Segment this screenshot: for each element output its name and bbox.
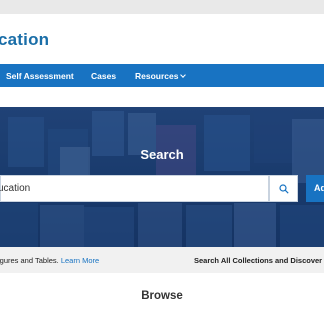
- info-text-left: igures and Tables. Learn More: [0, 256, 99, 265]
- nav-item-self-assessment[interactable]: Self Assessment: [6, 71, 74, 81]
- info-bar: igures and Tables. Learn More Search All…: [0, 247, 324, 273]
- learn-more-link[interactable]: Learn More: [61, 256, 99, 265]
- browse-heading: Browse: [141, 290, 183, 302]
- search-input[interactable]: ucation: [0, 183, 30, 194]
- search-input-wrapper[interactable]: ucation: [0, 175, 269, 202]
- site-header: cation: [0, 14, 324, 64]
- search-all-collections-link[interactable]: Search All Collections and Discover I: [194, 256, 324, 265]
- nav-item-resources-label: Resources: [135, 71, 179, 81]
- top-utility-bar: [0, 0, 324, 14]
- search-icon: [279, 184, 289, 194]
- header-spacer: [0, 87, 324, 107]
- nav-item-cases[interactable]: Cases: [91, 71, 116, 81]
- nav-item-resources[interactable]: Resources: [135, 71, 187, 81]
- info-text: igures and Tables.: [0, 256, 59, 265]
- search-button[interactable]: [269, 175, 298, 202]
- hero-title: Search: [140, 147, 184, 162]
- chevron-down-icon: [180, 72, 187, 78]
- main-nav: Self Assessment Cases Resources: [0, 64, 324, 87]
- advanced-search-button[interactable]: Ad: [306, 175, 324, 202]
- site-logo[interactable]: cation: [0, 30, 49, 50]
- advanced-search-label: Ad: [314, 183, 324, 193]
